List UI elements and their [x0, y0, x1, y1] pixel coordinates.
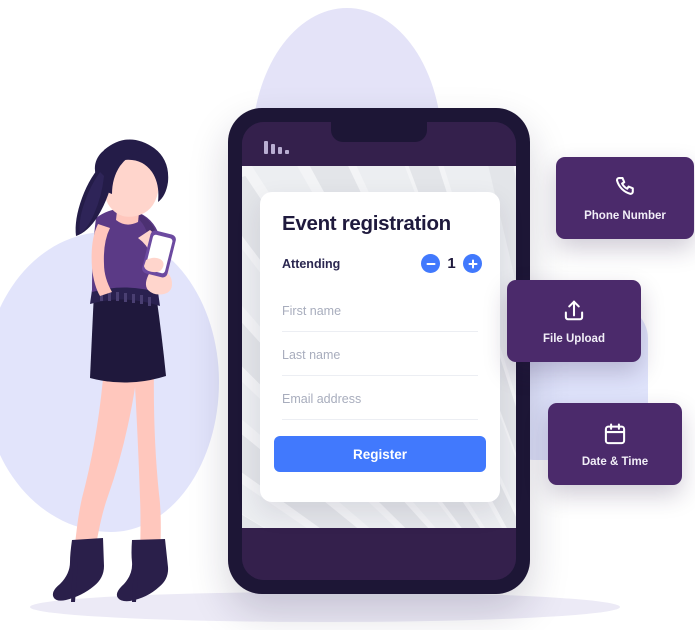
phone-navbar — [242, 528, 516, 580]
last-name-field[interactable]: Last name — [282, 342, 478, 376]
feature-card-label: Date & Time — [581, 455, 649, 468]
attending-row: Attending 1 — [282, 254, 482, 278]
email-placeholder: Email address — [282, 392, 362, 406]
feature-card-date-time[interactable]: Date & Time — [548, 403, 682, 485]
register-button[interactable]: Register — [274, 436, 486, 472]
phone-icon — [615, 176, 634, 195]
illustration-stage: Event registration Attending 1 First nam… — [0, 0, 695, 630]
signal-bars-icon — [264, 140, 289, 154]
woman-illustration — [52, 139, 176, 602]
attending-count: 1 — [447, 255, 456, 272]
phone-statusbar — [242, 122, 516, 166]
feature-card-phone-number[interactable]: Phone Number — [556, 157, 694, 239]
feature-card-file-upload[interactable]: File Upload — [507, 280, 641, 362]
page-title: Event registration — [282, 212, 451, 235]
feature-card-label: File Upload — [543, 332, 605, 345]
first-name-placeholder: First name — [282, 304, 342, 318]
email-field[interactable]: Email address — [282, 386, 478, 420]
attending-stepper[interactable]: 1 — [421, 254, 482, 273]
feature-card-label: Phone Number — [584, 209, 666, 222]
calendar-icon — [604, 422, 626, 444]
last-name-placeholder: Last name — [282, 348, 341, 362]
upload-icon — [564, 300, 584, 320]
phone-notch — [331, 122, 427, 142]
registration-form-card: Event registration Attending 1 First nam… — [260, 192, 500, 502]
increment-attending-button[interactable] — [463, 254, 482, 273]
first-name-field[interactable]: First name — [282, 298, 478, 332]
decrement-attending-button[interactable] — [421, 254, 440, 273]
attending-label: Attending — [282, 257, 341, 271]
